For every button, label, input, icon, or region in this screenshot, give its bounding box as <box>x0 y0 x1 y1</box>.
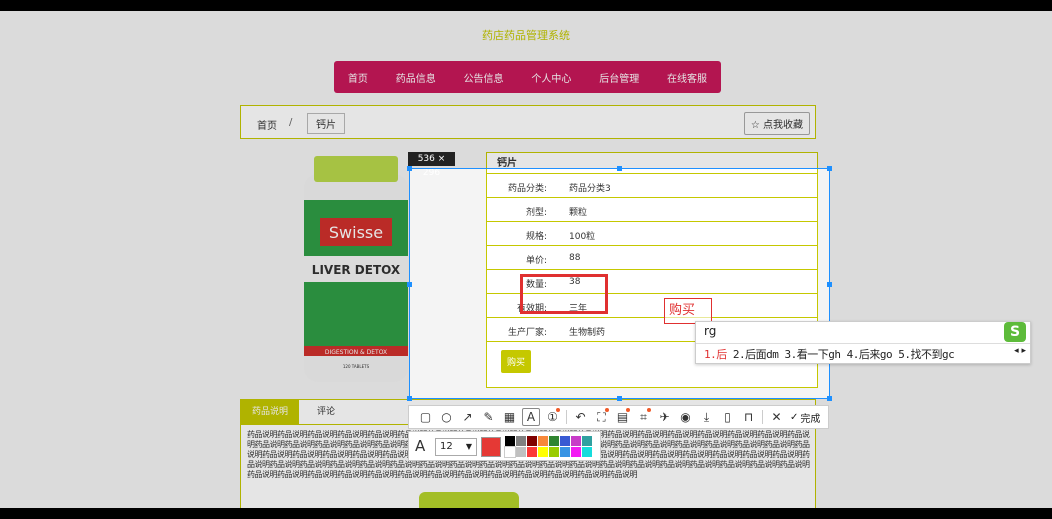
selection-size-label: 536 × 296 <box>408 152 455 178</box>
color-swatch[interactable] <box>582 447 592 457</box>
nav-profile[interactable]: 个人中心 <box>531 70 571 85</box>
done-label: 完成 <box>800 413 821 425</box>
color-swatch[interactable] <box>516 447 526 457</box>
font-icon: A <box>415 437 426 455</box>
nav-notice[interactable]: 公告信息 <box>464 70 504 85</box>
record-icon[interactable]: ◉ <box>675 406 696 428</box>
color-palette <box>504 436 592 458</box>
pen-tool-icon[interactable]: ✎ <box>478 406 499 428</box>
product-name: LIVER DETOX <box>312 263 401 277</box>
ime-page-arrows-icon[interactable]: ◂ ▸ <box>1014 346 1026 356</box>
chevron-down-icon: ▼ <box>465 442 472 451</box>
ime-logo-icon: S <box>1004 322 1026 342</box>
info-key: 规格: <box>525 232 547 242</box>
app-screen: 药店药品管理系统 首页 药品信息 公告信息 个人中心 后台管理 在线客服 首页 … <box>0 11 1052 508</box>
color-swatch[interactable] <box>538 436 548 446</box>
bookmark-icon[interactable]: ⊓ <box>738 406 759 428</box>
breadcrumb: 首页 / 钙片 ☆ 点我收藏 <box>240 105 816 139</box>
rectangle-annotation[interactable] <box>520 274 608 314</box>
info-key: 剂型: <box>525 208 547 218</box>
info-row: 规格: 100粒 <box>487 222 817 246</box>
color-swatch[interactable] <box>527 436 537 446</box>
nav-drug-info[interactable]: 药品信息 <box>396 70 436 85</box>
undo-icon[interactable]: ↶ <box>570 406 591 428</box>
mosaic-tool-icon[interactable]: ▦ <box>499 406 520 428</box>
ime-candidates[interactable]: 1.后 2.后面dm 3.看一下gh 4.后来go 5.找不到gc <box>704 346 955 362</box>
capture-toolbar: ▢ ○ ↗ ✎ ▦ A ① ↶ ⛶ ▤ ⌗ ✈ ◉ ⤓ ▯ ⊓ ✕ ✓ 完成 <box>408 405 829 429</box>
rectangle-tool-icon[interactable]: ▢ <box>415 406 436 428</box>
description-image <box>419 492 519 508</box>
info-key: 药品分类: <box>507 184 547 194</box>
download-icon[interactable]: ⤓ <box>696 406 717 428</box>
nav-support[interactable]: 在线客服 <box>667 70 707 85</box>
resize-handle[interactable] <box>827 282 832 287</box>
ime-input-text: rg <box>704 324 717 338</box>
text-properties-panel: A 12 ▼ <box>408 431 601 461</box>
ellipse-tool-icon[interactable]: ○ <box>436 406 457 428</box>
favorite-button[interactable]: ☆ 点我收藏 <box>743 112 810 135</box>
color-swatch[interactable] <box>549 447 559 457</box>
number-tool-icon[interactable]: ① <box>542 406 563 428</box>
text-tool-icon[interactable]: A <box>522 408 540 426</box>
info-row: 药品分类: 药品分类3 <box>487 174 817 198</box>
arrow-tool-icon[interactable]: ↗ <box>457 406 478 428</box>
tab-comments[interactable]: 评论 <box>317 400 335 424</box>
info-value: 颗粒 <box>569 208 588 218</box>
info-value: 88 <box>569 253 581 263</box>
toolbar-divider <box>566 410 567 424</box>
pin-icon[interactable]: ✈ <box>654 406 675 428</box>
breadcrumb-home[interactable]: 首页 <box>257 117 277 132</box>
main-nav: 首页 药品信息 公告信息 个人中心 后台管理 在线客服 <box>334 61 721 93</box>
breadcrumb-separator: / <box>289 117 293 128</box>
info-key: 单价: <box>525 256 547 266</box>
screen-tool-icon[interactable]: ⛶ <box>591 406 612 428</box>
info-value: 生物制药 <box>569 328 606 338</box>
tab-description[interactable]: 药品说明 <box>241 400 299 424</box>
dim-right <box>830 168 1052 399</box>
info-row: 单价: 88 <box>487 246 817 270</box>
font-size-select[interactable]: 12 ▼ <box>435 438 477 456</box>
phone-icon[interactable]: ▯ <box>717 406 738 428</box>
ime-candidate-first[interactable]: 1.后 <box>704 348 727 361</box>
breadcrumb-current: 钙片 <box>307 113 345 134</box>
ime-candidate-rest[interactable]: 2.后面dm 3.看一下gh 4.后来go 5.找不到gc <box>733 348 955 361</box>
scan-tool-icon[interactable]: ⌗ <box>633 406 654 428</box>
nav-home[interactable]: 首页 <box>348 70 368 85</box>
color-swatch[interactable] <box>549 436 559 446</box>
product-title: 钙片 <box>487 153 817 174</box>
toolbar-divider <box>762 410 763 424</box>
info-row: 剂型: 颗粒 <box>487 198 817 222</box>
close-icon[interactable]: ✕ <box>766 406 787 428</box>
color-swatch[interactable] <box>560 447 570 457</box>
product-count: 120 TABLETS <box>343 364 370 369</box>
color-swatch[interactable] <box>571 436 581 446</box>
font-size-value: 12 <box>440 441 453 452</box>
check-icon: ✓ <box>790 411 799 423</box>
color-swatch[interactable] <box>582 436 592 446</box>
info-value: 药品分类3 <box>569 184 611 194</box>
product-image: Swisse LIVER DETOX DIGESTION & DETOX 120… <box>304 156 408 382</box>
product-band: DIGESTION & DETOX <box>325 349 387 356</box>
ime-divider <box>696 343 1030 344</box>
product-brand: Swisse <box>329 223 383 242</box>
resize-handle[interactable] <box>827 396 832 401</box>
color-swatch[interactable] <box>538 447 548 457</box>
done-button[interactable]: ✓ 完成 <box>790 410 820 425</box>
ocr-tool-icon[interactable]: ▤ <box>612 406 633 428</box>
color-swatch[interactable] <box>504 446 516 458</box>
resize-handle[interactable] <box>827 166 832 171</box>
ime-candidate-window: rg S 1.后 2.后面dm 3.看一下gh 4.后来go 5.找不到gc ◂… <box>695 321 1031 364</box>
color-swatch[interactable] <box>527 447 537 457</box>
info-key: 生产厂家: <box>507 328 547 338</box>
buy-button[interactable]: 购买 <box>501 350 532 373</box>
color-swatch[interactable] <box>560 436 570 446</box>
color-swatch[interactable] <box>571 447 581 457</box>
nav-admin[interactable]: 后台管理 <box>599 70 639 85</box>
color-swatch[interactable] <box>516 436 526 446</box>
current-color-swatch[interactable] <box>481 437 501 457</box>
info-value: 100粒 <box>569 232 596 242</box>
color-swatch[interactable] <box>505 436 515 446</box>
site-title: 药店药品管理系统 <box>482 29 570 42</box>
